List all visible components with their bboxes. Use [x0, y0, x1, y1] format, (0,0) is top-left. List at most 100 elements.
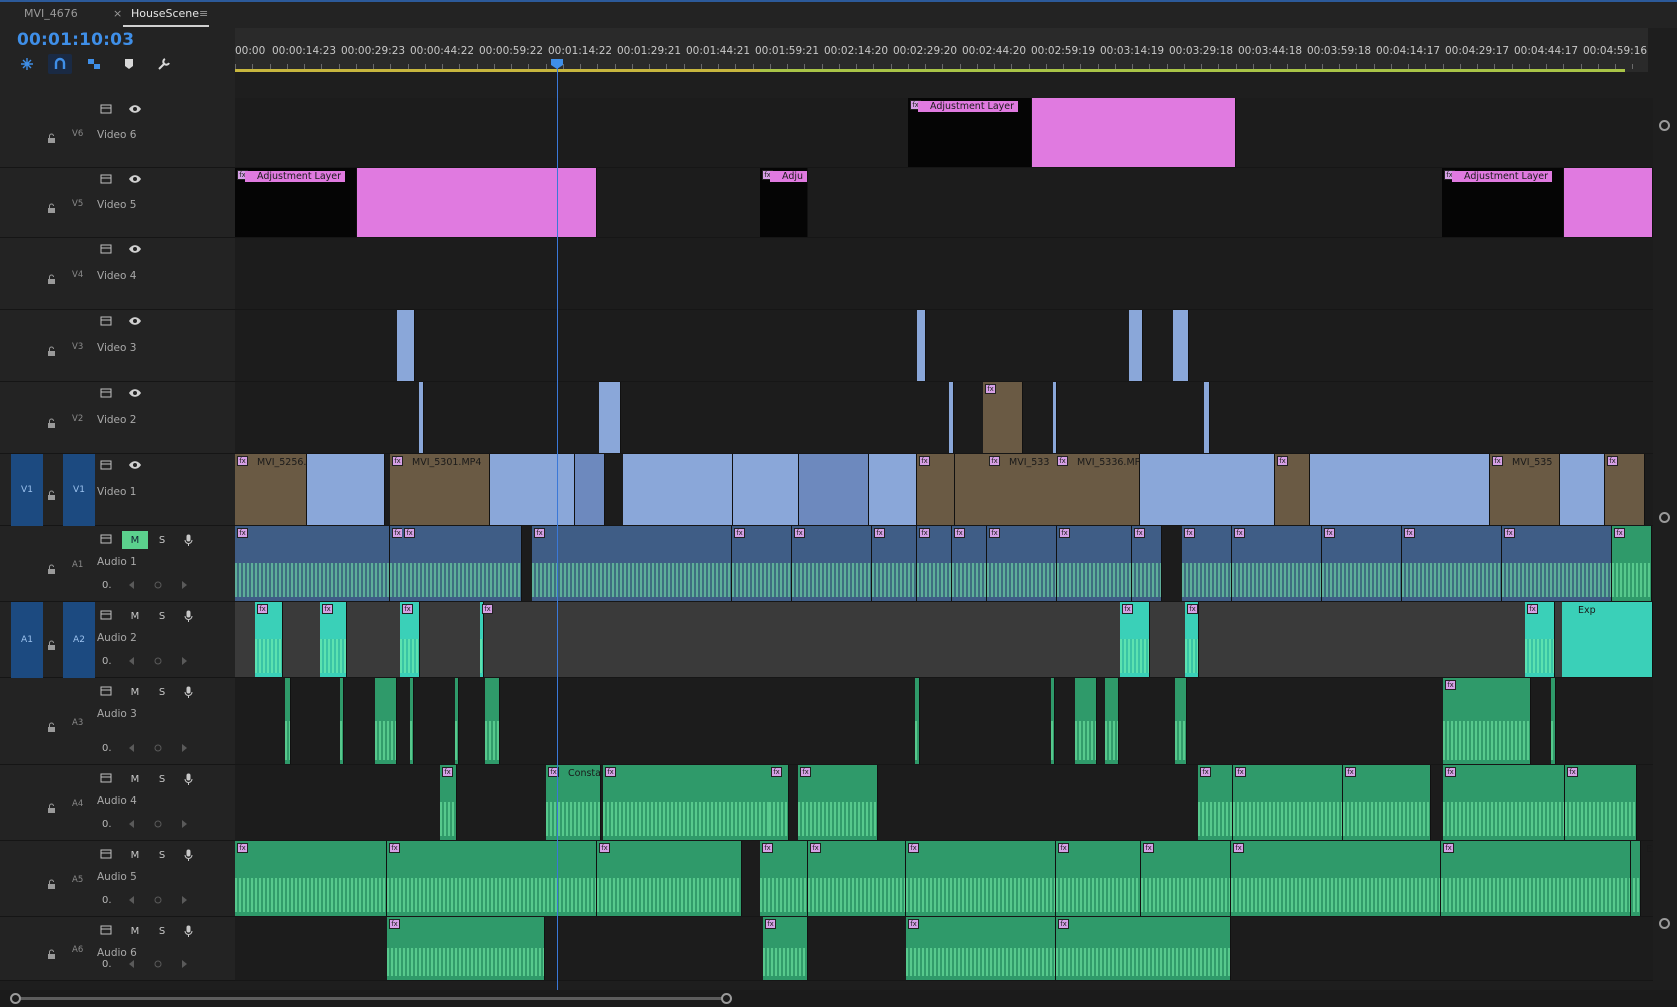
source-patch-button[interactable]: A1: [11, 602, 43, 678]
toggle-sync-lock-icon[interactable]: [100, 104, 112, 117]
timeline-clip[interactable]: fx: [987, 526, 1057, 601]
timeline-clip[interactable]: fx: [532, 526, 732, 601]
timeline-clip[interactable]: [285, 678, 291, 764]
timeline-clip[interactable]: Exp: [1630, 841, 1653, 916]
voiceover-record-icon[interactable]: [184, 610, 193, 625]
audio-scroll-handle[interactable]: [1659, 918, 1670, 929]
mute-button[interactable]: M: [122, 683, 148, 701]
playhead-timecode[interactable]: 00:01:10:03: [17, 30, 134, 50]
eye-visibility-icon[interactable]: [128, 104, 142, 117]
timeline-clip[interactable]: fx: [1402, 526, 1502, 601]
timeline-clip[interactable]: fx: [255, 602, 283, 677]
timeline-clip[interactable]: fx MVI_5336.MP: [1055, 454, 1140, 525]
video-scroll-top-handle[interactable]: [1659, 120, 1670, 131]
timeline-clip[interactable]: fx: [1275, 454, 1310, 525]
timeline-clip[interactable]: fx: [917, 526, 952, 601]
keyframe-nav-icon[interactable]: [128, 580, 188, 593]
voiceover-record-icon[interactable]: [184, 686, 193, 701]
timeline-clip[interactable]: [733, 454, 799, 525]
timeline-clip[interactable]: fx Adjustment Layer: [1442, 168, 1564, 237]
track-lock-icon[interactable]: [47, 636, 56, 650]
track-target-button[interactable]: A2: [63, 602, 95, 678]
track-volume[interactable]: 0.: [102, 895, 112, 906]
timeline-clip[interactable]: [869, 454, 917, 525]
track-lock-icon[interactable]: [47, 799, 56, 813]
video-track-lane[interactable]: [235, 310, 1653, 382]
mute-button[interactable]: M: [122, 922, 148, 940]
timeline-clip[interactable]: [1032, 98, 1236, 167]
video-track-lane[interactable]: fx Adjustment Layer fx Adju fx Adjustment Lay…: [235, 168, 1653, 238]
voiceover-record-icon[interactable]: [184, 773, 193, 788]
video-track-lane[interactable]: [235, 238, 1653, 310]
solo-button[interactable]: S: [149, 846, 175, 864]
timeline-clip[interactable]: fx: [1120, 602, 1150, 677]
track-id[interactable]: A1: [72, 560, 83, 570]
timeline-clip[interactable]: fx: [235, 526, 390, 601]
track-lock-icon[interactable]: [47, 199, 56, 213]
timeline-clip[interactable]: fx: [906, 917, 1056, 980]
audio-track-header[interactable]: A1 Audio 1 M S 0.: [0, 526, 235, 602]
horizontal-zoom-scrollbar[interactable]: [0, 990, 1677, 1007]
timeline-clip[interactable]: [1075, 678, 1097, 764]
solo-button[interactable]: S: [149, 922, 175, 940]
timeline-clip[interactable]: Exp: [1562, 602, 1653, 677]
video-track-lane[interactable]: fx: [235, 382, 1653, 454]
toggle-sync-lock-icon[interactable]: [100, 610, 112, 623]
timeline-clip[interactable]: fx Adjustment Layer: [908, 98, 1032, 167]
timeline-clip[interactable]: fx: [1185, 602, 1199, 677]
toggle-sync-lock-icon[interactable]: [100, 174, 112, 187]
solo-button[interactable]: S: [149, 607, 175, 625]
timeline-clip[interactable]: [1105, 678, 1119, 764]
timeline-clip[interactable]: [1204, 382, 1210, 453]
timeline-clip[interactable]: [1053, 382, 1057, 453]
eye-visibility-icon[interactable]: [128, 244, 142, 257]
timeline-clip[interactable]: fx MVI_535: [1490, 454, 1560, 525]
track-lock-icon[interactable]: [47, 414, 56, 428]
toggle-sync-lock-icon[interactable]: [100, 388, 112, 401]
timeline-clip[interactable]: fx Adjustment Layer: [235, 168, 357, 237]
timeline-clip[interactable]: [917, 310, 926, 381]
track-id[interactable]: A5: [72, 875, 83, 885]
voiceover-record-icon[interactable]: [184, 849, 193, 864]
video-track-header[interactable]: V6 Video 6: [0, 98, 235, 168]
wrench-settings-icon[interactable]: [152, 54, 176, 74]
timeline-clip[interactable]: fx: [1232, 526, 1322, 601]
timeline-clip[interactable]: fx: [952, 526, 987, 601]
timeline-clip[interactable]: fx: [320, 602, 347, 677]
toggle-sync-lock-icon[interactable]: [100, 686, 112, 699]
toggle-sync-lock-icon[interactable]: [100, 316, 112, 329]
timeline-clip[interactable]: [1140, 454, 1275, 525]
timeline-clip[interactable]: fx: [872, 526, 917, 601]
timeline-clip[interactable]: fx: [798, 765, 878, 840]
tab-housescene[interactable]: HouseScene: [131, 7, 199, 20]
timeline-clip[interactable]: fx: [480, 602, 493, 677]
video-track-header[interactable]: V5 Video 5: [0, 168, 235, 238]
timeline-clip[interactable]: [1173, 310, 1189, 381]
eye-visibility-icon[interactable]: [128, 174, 142, 187]
track-lock-icon[interactable]: [47, 129, 56, 143]
track-id[interactable]: V4: [72, 270, 83, 280]
timeline-clip[interactable]: fx: [792, 526, 872, 601]
track-id[interactable]: V5: [72, 199, 83, 209]
timeline-clip[interactable]: fx: [1502, 526, 1612, 601]
track-id[interactable]: V3: [72, 342, 83, 352]
keyframe-nav-icon[interactable]: [128, 895, 188, 908]
timeline-clip[interactable]: fx MVI_533: [987, 454, 1059, 525]
voiceover-record-icon[interactable]: [184, 925, 193, 940]
toggle-sync-lock-icon[interactable]: [100, 773, 112, 786]
timeline-clip[interactable]: fx: [1565, 765, 1637, 840]
track-id[interactable]: V6: [72, 129, 83, 139]
audio-track-lane[interactable]: fx fx Constant fx fx fx fx fx fx fx fx: [235, 765, 1653, 841]
track-volume[interactable]: 0.: [102, 959, 112, 970]
timeline-clip[interactable]: fx: [1443, 678, 1531, 764]
solo-button[interactable]: S: [149, 531, 175, 549]
linked-selection-icon[interactable]: [82, 54, 106, 74]
timeline-clip[interactable]: [1051, 678, 1055, 764]
timeline-clip[interactable]: fx Constant: [546, 765, 611, 840]
timeline-clip[interactable]: fx: [1132, 526, 1162, 601]
video-track-header[interactable]: V1Video 1V1V1: [0, 454, 235, 526]
tab-mvi-4676[interactable]: MVI_4676: [24, 7, 78, 20]
tab-close-icon[interactable]: ×: [113, 7, 122, 20]
timeline-clip[interactable]: fx Adju: [760, 168, 808, 237]
timeline-clip[interactable]: [357, 168, 597, 237]
